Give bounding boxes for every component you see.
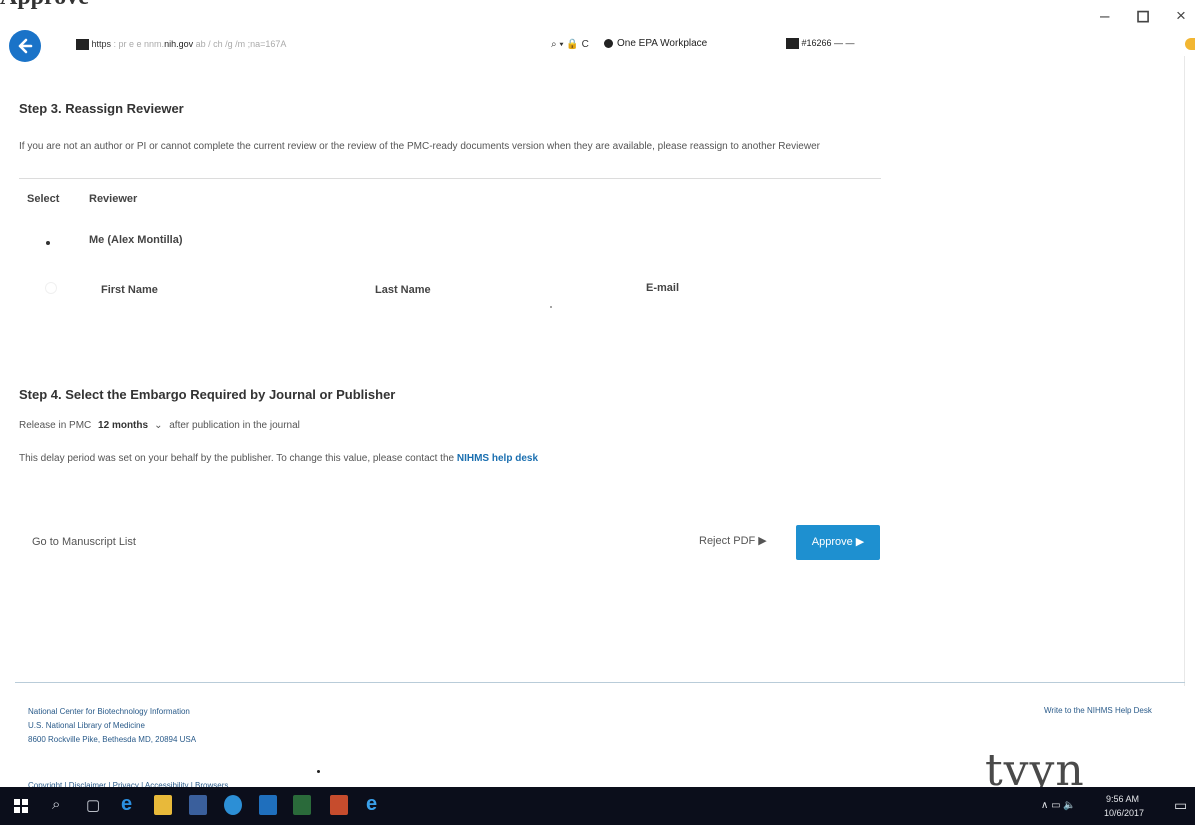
- notification-icon[interactable]: ▭: [1174, 797, 1187, 814]
- first-name-label: First Name: [101, 284, 158, 296]
- url-domain: nih.gov: [164, 39, 194, 49]
- stray-dot-footer: [317, 770, 320, 773]
- tab2-label: #16266 — —: [801, 38, 855, 48]
- side-divider: [1184, 56, 1185, 686]
- file-explorer-icon[interactable]: [154, 795, 172, 815]
- url-pre: : pr e e nnm.: [111, 39, 165, 49]
- tab-second[interactable]: #16266 — —: [786, 38, 855, 50]
- user-icon: [604, 38, 613, 48]
- minimize-button[interactable]: –: [1100, 6, 1109, 26]
- reject-pdf-button[interactable]: Reject PDF ▶: [699, 535, 767, 548]
- write-to-help-desk-link[interactable]: Write to the NIHMS Help Desk: [1044, 704, 1152, 718]
- step4-title: Step 4. Select the Embargo Required by J…: [19, 387, 396, 402]
- internet-explorer-icon[interactable]: e: [366, 793, 377, 816]
- url-scheme: https: [91, 39, 112, 49]
- back-arrow-icon: [18, 38, 33, 54]
- maximize-button[interactable]: ◻: [1136, 6, 1150, 26]
- close-button[interactable]: ×: [1176, 6, 1186, 26]
- windows-start-icon[interactable]: [14, 799, 28, 813]
- task-view-icon[interactable]: ▢: [86, 796, 100, 814]
- chevron-down-icon: ⌄: [154, 420, 163, 431]
- release-suffix: after publication in the journal: [169, 420, 300, 431]
- outlook-icon[interactable]: [259, 795, 277, 815]
- url-field[interactable]: https : pr e e nnm.nih.gov ab / ch /g /m…: [76, 39, 287, 51]
- address-tools[interactable]: ⌕ ▾ 🔒 C: [551, 39, 589, 50]
- address-bar: https : pr e e nnm.nih.gov ab / ch /g /m…: [0, 28, 1195, 64]
- footer-line-ncbi: National Center for Biotechnology Inform…: [28, 707, 190, 716]
- edge-icon[interactable]: e: [121, 793, 132, 816]
- skype-icon[interactable]: [224, 795, 242, 815]
- powerpoint-icon[interactable]: [330, 795, 348, 815]
- goto-manuscript-list-link[interactable]: Go to Manuscript List: [32, 536, 136, 549]
- side-panel-tab[interactable]: [1185, 38, 1195, 50]
- embargo-select[interactable]: 12 months ⌄: [98, 420, 162, 431]
- delay-note: This delay period was set on your behalf…: [19, 452, 538, 465]
- url-post: ab / ch /g /m ;na=167A: [193, 39, 287, 49]
- col-reviewer-header: Reviewer: [89, 193, 138, 205]
- step3-title: Step 3. Reassign Reviewer: [19, 101, 184, 116]
- reviewer-me: Me (Alex Montilla): [89, 234, 183, 246]
- window-title: Approve: [0, 0, 89, 11]
- radio-other[interactable]: [45, 282, 57, 294]
- email-label: E-mail: [646, 282, 680, 294]
- tray-icons[interactable]: ∧ ▭ 🔈: [1041, 800, 1076, 811]
- footer-line-address: 8600 Rockville Pike, Bethesda MD, 20894 …: [28, 735, 197, 744]
- approve-button[interactable]: Approve ▶: [796, 525, 880, 560]
- delay-text: This delay period was set on your behalf…: [19, 453, 455, 464]
- step3-description: If you are not an author or PI or cannot…: [19, 141, 820, 152]
- taskbar: ⌕ ▢ e e ∧ ▭ 🔈 9:56 AM 10/6/2017 ▭: [0, 787, 1195, 825]
- radio-me[interactable]: [46, 241, 50, 245]
- step3-divider: [19, 178, 881, 179]
- clock-date[interactable]: 10/6/2017: [1104, 808, 1144, 818]
- site-icon-2: [786, 38, 799, 50]
- stray-dot: [550, 306, 552, 308]
- back-button[interactable]: [9, 30, 41, 62]
- footer-line-nlm: U.S. National Library of Medicine: [28, 721, 145, 730]
- search-icon[interactable]: ⌕: [52, 796, 60, 813]
- tab-label: One EPA Workplace: [617, 38, 708, 49]
- footer-divider: [15, 682, 1185, 683]
- release-row: Release in PMC 12 months ⌄ after publicat…: [19, 419, 300, 432]
- site-icon: [76, 39, 89, 51]
- app-icon-blue[interactable]: [189, 795, 207, 815]
- last-name-label: Last Name: [375, 284, 431, 296]
- clock-time[interactable]: 9:56 AM: [1106, 794, 1139, 804]
- release-prefix: Release in PMC: [19, 420, 92, 431]
- word-icon[interactable]: [293, 795, 311, 815]
- col-select-header: Select: [27, 193, 60, 205]
- footer-address: National Center for Biotechnology Inform…: [28, 705, 196, 747]
- nihms-help-desk-link[interactable]: NIHMS help desk: [457, 453, 538, 464]
- embargo-value: 12 months: [98, 420, 149, 431]
- tab-one-epa-workplace[interactable]: One EPA Workplace: [604, 38, 707, 49]
